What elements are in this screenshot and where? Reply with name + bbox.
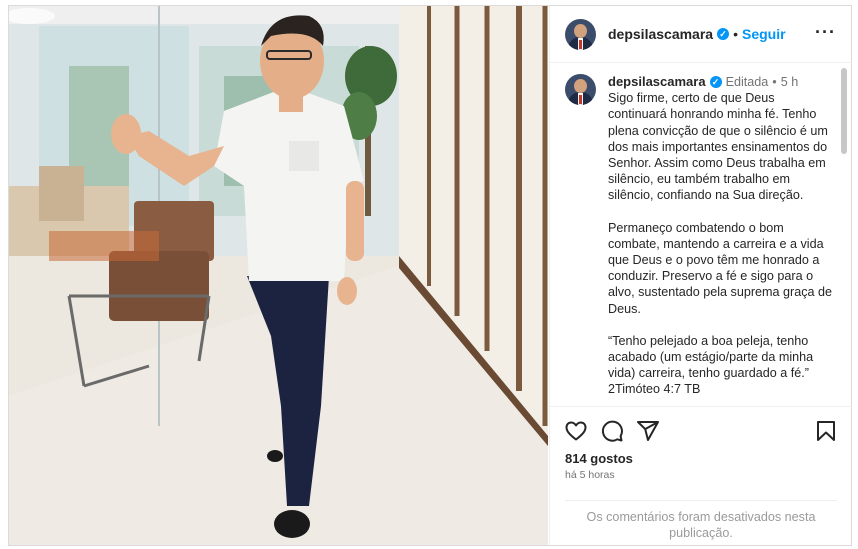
post-timestamp[interactable]: há 5 horas [565,469,615,481]
caption-paragraph: Permaneço combatendo o bom combate, mant… [608,220,833,316]
caption-paragraph: Sigo firme, certo de que Deus continuará… [608,91,828,203]
caption-author-avatar[interactable] [565,74,596,105]
author-username[interactable]: depsilascamara [608,26,713,42]
edited-label: Editada [725,75,769,89]
caption-body: depsilascamara ✓ Editada • 5 h Sigo firm… [608,74,833,398]
verified-badge-icon: ✓ [709,76,722,89]
action-bar [550,406,852,454]
follow-button[interactable]: Seguir [742,26,786,42]
caption-scrollbar[interactable] [841,68,847,154]
divider [565,500,837,501]
separator-dot: • [733,26,738,42]
comment-icon[interactable] [600,419,624,443]
post-photo[interactable] [9,6,548,545]
post-modal: depsilascamara ✓ • Seguir ··· depsilasca… [8,5,852,546]
separator-dot: • [772,75,777,89]
caption-header: depsilascamara ✓ Editada • 5 h [608,74,833,90]
heart-icon[interactable] [564,419,588,443]
post-header: depsilascamara ✓ • Seguir ··· [550,6,852,63]
post-age[interactable]: 5 h [781,74,799,90]
author-avatar[interactable] [565,18,596,50]
more-options-icon[interactable]: ··· [815,23,836,41]
caption-paragraph: “Tenho pelejado a boa peleja, tenho acab… [608,333,814,397]
verified-badge-icon: ✓ [717,28,730,40]
bookmark-icon[interactable] [814,419,838,443]
caption-username[interactable]: depsilascamara [608,74,706,90]
caption-area: depsilascamara ✓ Editada • 5 h Sigo firm… [550,64,852,405]
photo-illustration [9,6,548,545]
post-sidebar: depsilascamara ✓ • Seguir ··· depsilasca… [549,6,852,545]
share-icon[interactable] [636,419,660,443]
comments-disabled-notice: Os comentários foram desativados nesta p… [586,510,816,540]
likes-count[interactable]: 814 gostos [565,451,633,466]
